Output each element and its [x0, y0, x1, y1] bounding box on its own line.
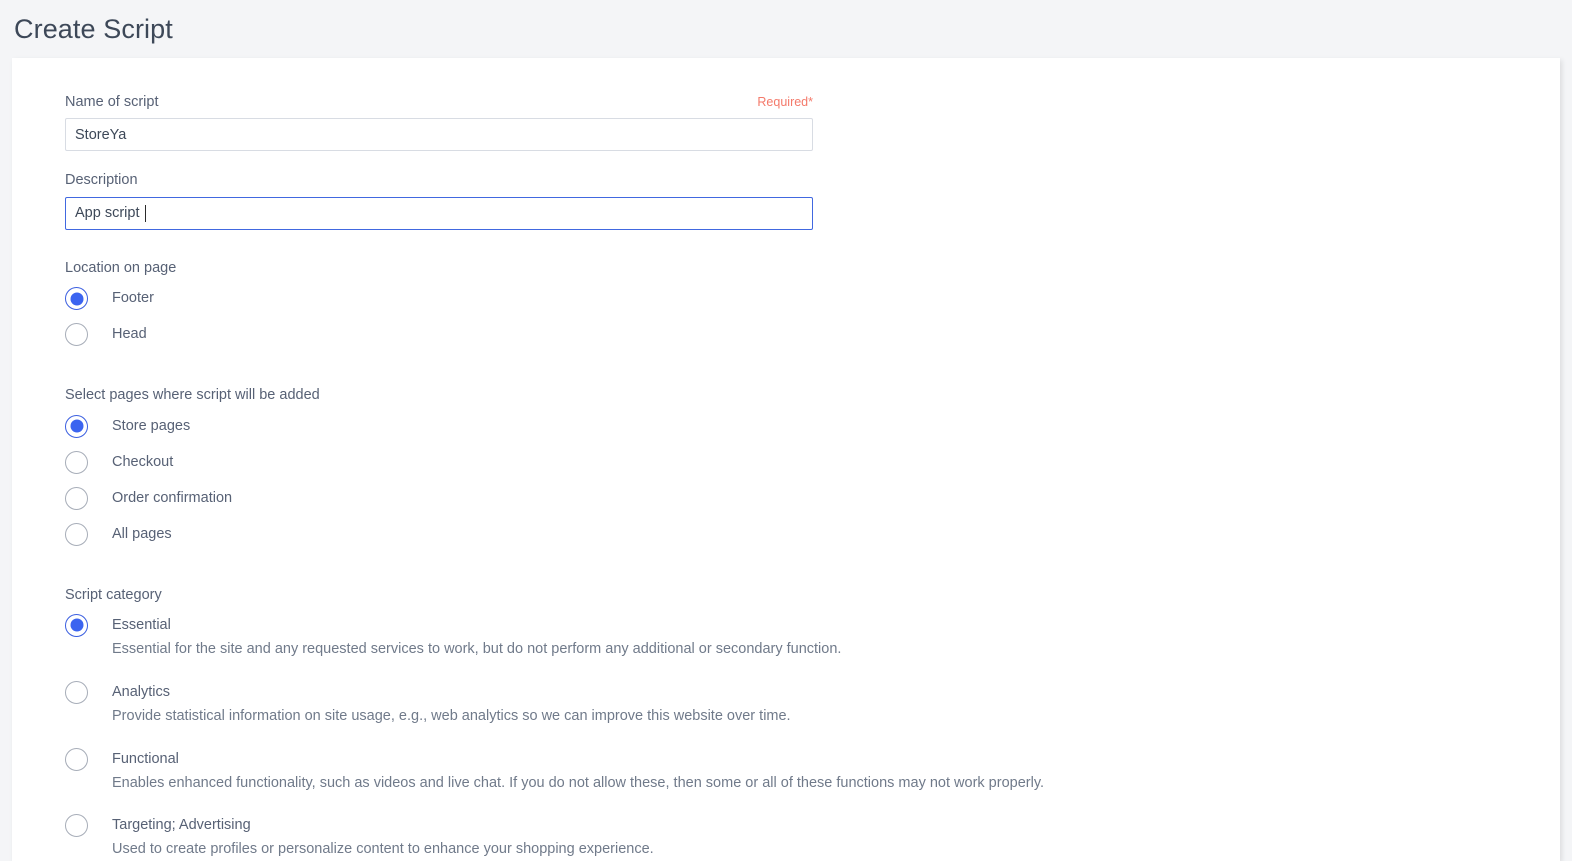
radio-option-checkout[interactable]: Checkout: [65, 449, 1560, 485]
location-on-page-group: Location on page Footer Head: [65, 260, 1560, 357]
radio-option-analytics[interactable]: Analytics Provide statistical informatio…: [65, 679, 1560, 726]
page-title: Create Script: [14, 16, 173, 43]
script-category-label: Script category: [65, 587, 1560, 604]
radio-label-targeting-advertising: Targeting; Advertising: [112, 812, 251, 838]
radio-option-targeting-advertising[interactable]: Targeting; Advertising Used to create pr…: [65, 812, 1560, 859]
text-cursor: [145, 205, 146, 222]
radio-option-functional[interactable]: Functional Enables enhanced functionalit…: [65, 746, 1560, 793]
radio-icon-targeting-advertising[interactable]: [65, 814, 88, 837]
radio-icon-all-pages[interactable]: [65, 523, 88, 546]
name-of-script-label: Name of script: [65, 94, 158, 111]
radio-label-essential: Essential: [112, 612, 171, 638]
page-header: Create Script: [0, 0, 1572, 58]
radio-label-checkout: Checkout: [112, 449, 173, 475]
radio-icon-checkout[interactable]: [65, 451, 88, 474]
radio-description-targeting-advertising: Used to create profiles or personalize c…: [112, 840, 1560, 859]
radio-option-footer[interactable]: Footer: [65, 285, 1560, 321]
description-label-row: Description: [65, 172, 813, 189]
select-pages-label: Select pages where script will be added: [65, 387, 1560, 404]
name-of-script-field-block: Name of script Required*: [65, 94, 813, 151]
description-input-wrap: [65, 197, 813, 230]
radio-icon-footer[interactable]: [65, 287, 88, 310]
form-content: Name of script Required* Description Loc…: [12, 58, 1560, 859]
radio-label-footer: Footer: [112, 285, 154, 311]
radio-label-analytics: Analytics: [112, 679, 170, 705]
select-pages-group: Select pages where script will be added …: [65, 387, 1560, 556]
radio-icon-analytics[interactable]: [65, 681, 88, 704]
radio-label-functional: Functional: [112, 746, 179, 772]
radio-label-store-pages: Store pages: [112, 413, 190, 439]
radio-option-head[interactable]: Head: [65, 321, 1560, 357]
form-card: Name of script Required* Description Loc…: [12, 58, 1560, 861]
radio-label-all-pages: All pages: [112, 521, 172, 547]
description-label: Description: [65, 172, 138, 189]
radio-icon-head[interactable]: [65, 323, 88, 346]
script-category-group: Script category Essential Essential for …: [65, 587, 1560, 860]
radio-description-essential: Essential for the site and any requested…: [112, 640, 1560, 659]
radio-label-order-confirmation: Order confirmation: [112, 485, 232, 511]
description-input[interactable]: [65, 197, 813, 230]
radio-option-order-confirmation[interactable]: Order confirmation: [65, 485, 1560, 521]
name-required-indicator: Required*: [757, 95, 813, 110]
radio-icon-essential[interactable]: [65, 614, 88, 637]
radio-description-functional: Enables enhanced functionality, such as …: [112, 774, 1560, 793]
radio-option-essential[interactable]: Essential Essential for the site and any…: [65, 612, 1560, 659]
radio-description-analytics: Provide statistical information on site …: [112, 707, 1560, 726]
radio-label-head: Head: [112, 321, 147, 347]
radio-option-store-pages[interactable]: Store pages: [65, 413, 1560, 449]
radio-option-all-pages[interactable]: All pages: [65, 521, 1560, 557]
radio-icon-order-confirmation[interactable]: [65, 487, 88, 510]
name-of-script-label-row: Name of script Required*: [65, 94, 813, 111]
create-script-page: Create Script Name of script Required* D…: [0, 0, 1572, 861]
radio-icon-store-pages[interactable]: [65, 415, 88, 438]
name-of-script-input[interactable]: [65, 118, 813, 151]
location-on-page-label: Location on page: [65, 260, 1560, 277]
description-field-block: Description: [65, 172, 813, 229]
radio-icon-functional[interactable]: [65, 748, 88, 771]
